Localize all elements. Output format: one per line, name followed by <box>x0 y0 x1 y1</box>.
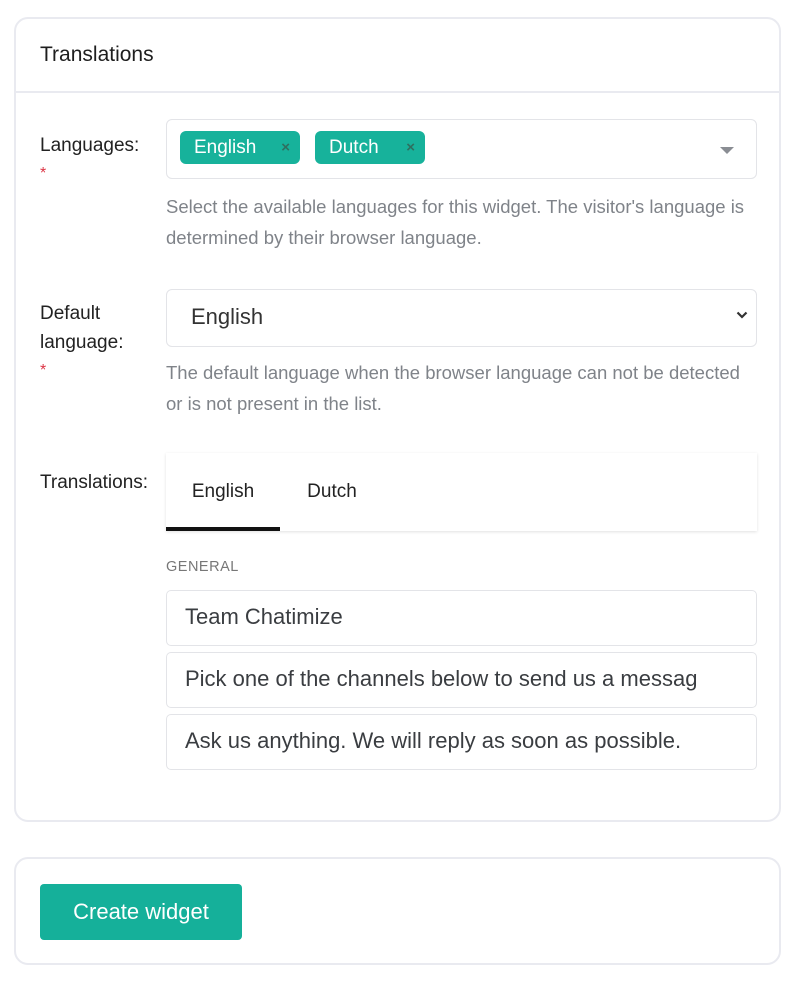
actions-card: Create widget <box>14 857 781 965</box>
chevron-down-icon <box>736 308 748 320</box>
languages-label-text: Languages: <box>40 135 140 156</box>
remove-tag-icon[interactable]: × <box>281 131 290 164</box>
subtitle-input[interactable]: Pick one of the channels below to send u… <box>166 652 757 708</box>
default-language-label-text: Default language: <box>40 303 124 353</box>
create-widget-button[interactable]: Create widget <box>40 884 242 940</box>
tab-english[interactable]: English <box>166 453 280 531</box>
languages-label: Languages: * <box>40 131 170 188</box>
active-tab-indicator <box>166 527 280 531</box>
section-general-label: GENERAL <box>166 559 239 575</box>
selected-value: English <box>191 304 264 329</box>
translations-label: Translations: <box>40 472 149 493</box>
default-language-label: Default language: * <box>40 299 150 385</box>
required-asterisk: * <box>40 362 47 379</box>
tag-label: Dutch <box>329 137 379 158</box>
default-language-help-text: The default language when the browser la… <box>166 362 740 414</box>
translations-card: Translations Languages: * English × Dutc… <box>14 17 781 822</box>
languages-multiselect[interactable]: English × Dutch × <box>166 119 757 179</box>
tab-dutch[interactable]: Dutch <box>280 453 384 531</box>
language-tag-english: English × <box>180 131 300 164</box>
language-tag-dutch: Dutch × <box>315 131 425 164</box>
default-language-select[interactable]: English <box>166 289 757 347</box>
remove-tag-icon[interactable]: × <box>406 131 415 164</box>
language-tabs: English Dutch <box>166 453 757 531</box>
intro-input[interactable]: Ask us anything. We will reply as soon a… <box>166 714 757 770</box>
title-input[interactable]: Team Chatimize <box>166 590 757 646</box>
languages-help-text: Select the available languages for this … <box>166 196 745 248</box>
required-asterisk: * <box>40 165 47 182</box>
caret-down-icon[interactable] <box>720 147 734 154</box>
card-title: Translations <box>16 19 779 93</box>
tag-label: English <box>194 137 257 158</box>
